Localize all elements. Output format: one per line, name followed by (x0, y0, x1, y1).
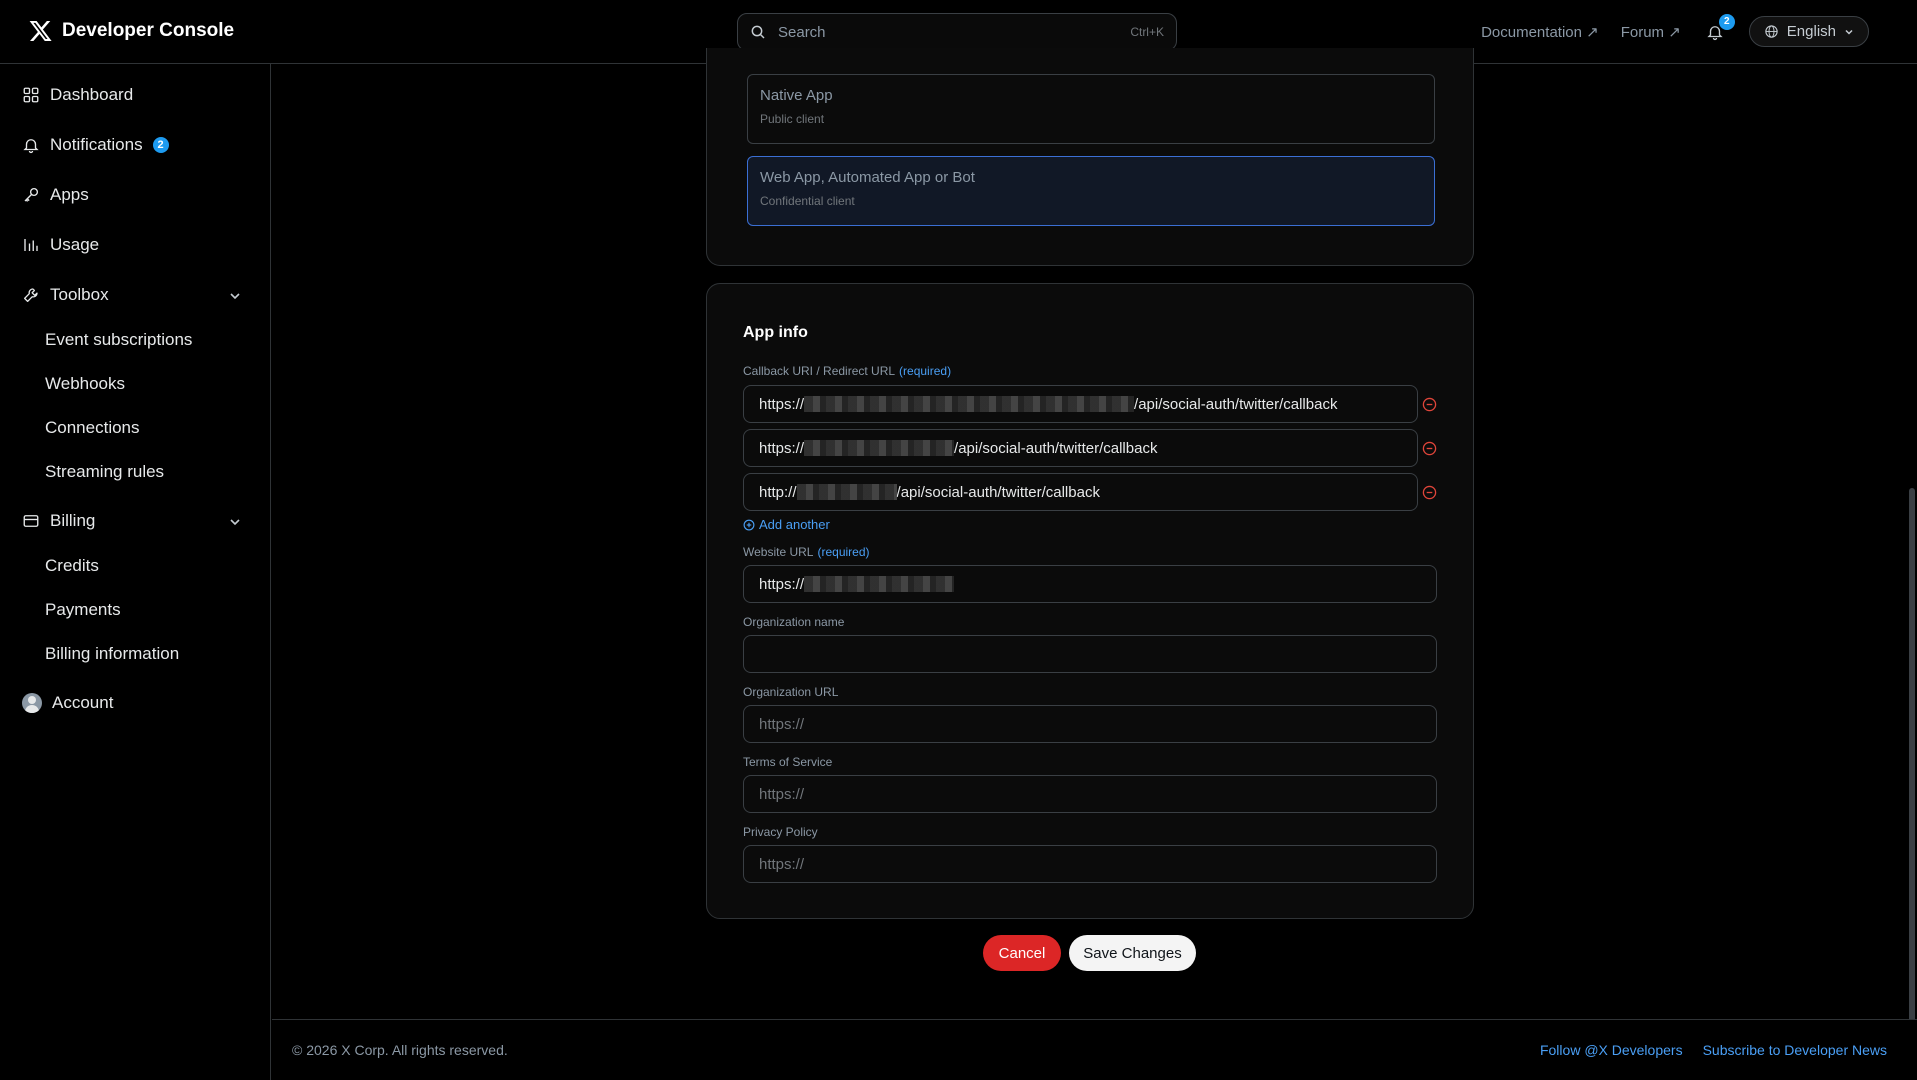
callback-url-input[interactable]: https:///api/social-auth/twitter/callbac… (743, 429, 1418, 467)
option-subtitle: Confidential client (760, 194, 855, 208)
subscribe-link[interactable]: Subscribe to Developer News (1703, 1042, 1887, 1058)
wrench-icon (23, 288, 38, 303)
search-input[interactable]: Search Ctrl+K (737, 13, 1177, 51)
app-type-option-native[interactable]: Native App Public client (747, 74, 1435, 144)
required-tag: (required) (817, 545, 870, 559)
sidebar-item-connections[interactable]: Connections (45, 418, 140, 438)
plus-circle-icon (743, 519, 755, 530)
sidebar-item-dashboard[interactable]: Dashboard (22, 85, 133, 105)
globe-icon (1765, 25, 1778, 38)
cancel-button[interactable]: Cancel (983, 935, 1061, 971)
redacted-text (796, 484, 897, 500)
avatar (22, 693, 42, 713)
sidebar-item-event-subscriptions[interactable]: Event subscriptions (45, 330, 192, 350)
footer: © 2026 X Corp. All rights reserved. Foll… (272, 1019, 1917, 1080)
option-subtitle: Public client (760, 112, 825, 126)
org-url-input[interactable]: https:// (743, 705, 1437, 743)
privacy-input[interactable]: https:// (743, 845, 1437, 883)
copyright: © 2026 X Corp. All rights reserved. (292, 1042, 508, 1058)
privacy-label: Privacy Policy (743, 825, 818, 839)
app-type-card: Native App Public client Web App, Automa… (706, 48, 1474, 266)
sidebar-label: Dashboard (50, 85, 134, 104)
remove-circle-icon[interactable] (1422, 441, 1437, 456)
callback-url-input[interactable]: https:///api/social-auth/twitter/callbac… (743, 385, 1418, 423)
sidebar: Dashboard Notifications 2 Apps Usage Too… (0, 64, 271, 1080)
sidebar-label: Notifications (50, 135, 143, 154)
sidebar-label: Account (52, 693, 114, 712)
org-url-label: Organization URL (743, 685, 839, 699)
app-title: Developer Console (62, 20, 235, 41)
credit-card-icon (23, 515, 39, 527)
redacted-text (804, 396, 1135, 412)
sidebar-label: Usage (50, 235, 100, 254)
search-shortcut: Ctrl+K (1130, 25, 1164, 39)
sidebar-item-credits[interactable]: Credits (45, 556, 99, 576)
sidebar-item-apps[interactable]: Apps (22, 185, 89, 205)
bar-chart-icon (24, 239, 38, 251)
brand[interactable]: Developer Console (28, 19, 234, 43)
sidebar-item-billing-information[interactable]: Billing information (45, 644, 179, 664)
notifications-button[interactable]: 2 (1703, 13, 1735, 44)
notifications-count-badge: 2 (152, 137, 169, 153)
language-selector[interactable]: English (1748, 16, 1869, 47)
sidebar-item-webhooks[interactable]: Webhooks (45, 374, 125, 394)
add-another-label: Add another (759, 517, 830, 532)
sidebar-item-usage[interactable]: Usage (22, 235, 99, 255)
forum-link[interactable]: Forum ↗ (1621, 23, 1681, 41)
language-label: English (1786, 23, 1836, 40)
redacted-text (804, 576, 955, 592)
option-title: Native App (760, 87, 833, 104)
sidebar-item-account[interactable]: Account (22, 693, 113, 713)
required-tag: (required) (899, 364, 952, 378)
tos-input[interactable]: https:// (743, 775, 1437, 813)
app-info-card: App info Callback URI / Redirect URL (req… (706, 283, 1474, 919)
scrollbar[interactable] (1909, 488, 1915, 1058)
notification-badge: 2 (1718, 13, 1735, 30)
tos-label: Terms of Service (743, 755, 833, 769)
add-another-button[interactable]: Add another (743, 517, 830, 532)
bell-icon (23, 139, 39, 154)
save-changes-button[interactable]: Save Changes (1069, 935, 1196, 971)
org-name-input[interactable] (743, 635, 1437, 673)
option-title: Web App, Automated App or Bot (760, 169, 975, 186)
sidebar-item-notifications[interactable]: Notifications 2 (22, 135, 169, 155)
redacted-text (804, 440, 955, 456)
grid-icon (23, 87, 39, 103)
remove-circle-icon[interactable] (1422, 397, 1437, 412)
sidebar-item-toolbox[interactable]: Toolbox (22, 285, 109, 305)
sidebar-label: Toolbox (50, 285, 109, 304)
x-logo-icon (29, 21, 52, 41)
remove-circle-icon[interactable] (1422, 485, 1437, 500)
section-title: App info (743, 324, 808, 341)
sidebar-item-billing[interactable]: Billing (22, 511, 95, 531)
sidebar-item-streaming-rules[interactable]: Streaming rules (45, 462, 164, 482)
chevron-down-icon[interactable] (228, 515, 242, 529)
sidebar-label: Billing (50, 511, 96, 530)
chevron-down-icon (1845, 29, 1853, 35)
website-label: Website URL (required) (743, 545, 870, 559)
documentation-link[interactable]: Documentation ↗ (1481, 23, 1599, 41)
key-icon (24, 187, 39, 202)
sidebar-item-payments[interactable]: Payments (45, 600, 121, 620)
app-type-option-web[interactable]: Web App, Automated App or Bot Confidenti… (747, 156, 1435, 226)
callback-url-input[interactable]: http:///api/social-auth/twitter/callback (743, 473, 1418, 511)
sidebar-label: Apps (50, 185, 89, 204)
org-name-label: Organization name (743, 615, 845, 629)
chevron-down-icon[interactable] (228, 289, 242, 303)
callback-label: Callback URI / Redirect URL (required) (743, 364, 952, 378)
search-placeholder: Search (778, 23, 826, 41)
website-url-input[interactable]: https:// (743, 565, 1437, 603)
search-icon (751, 25, 765, 39)
follow-link[interactable]: Follow @X Developers (1540, 1042, 1683, 1058)
